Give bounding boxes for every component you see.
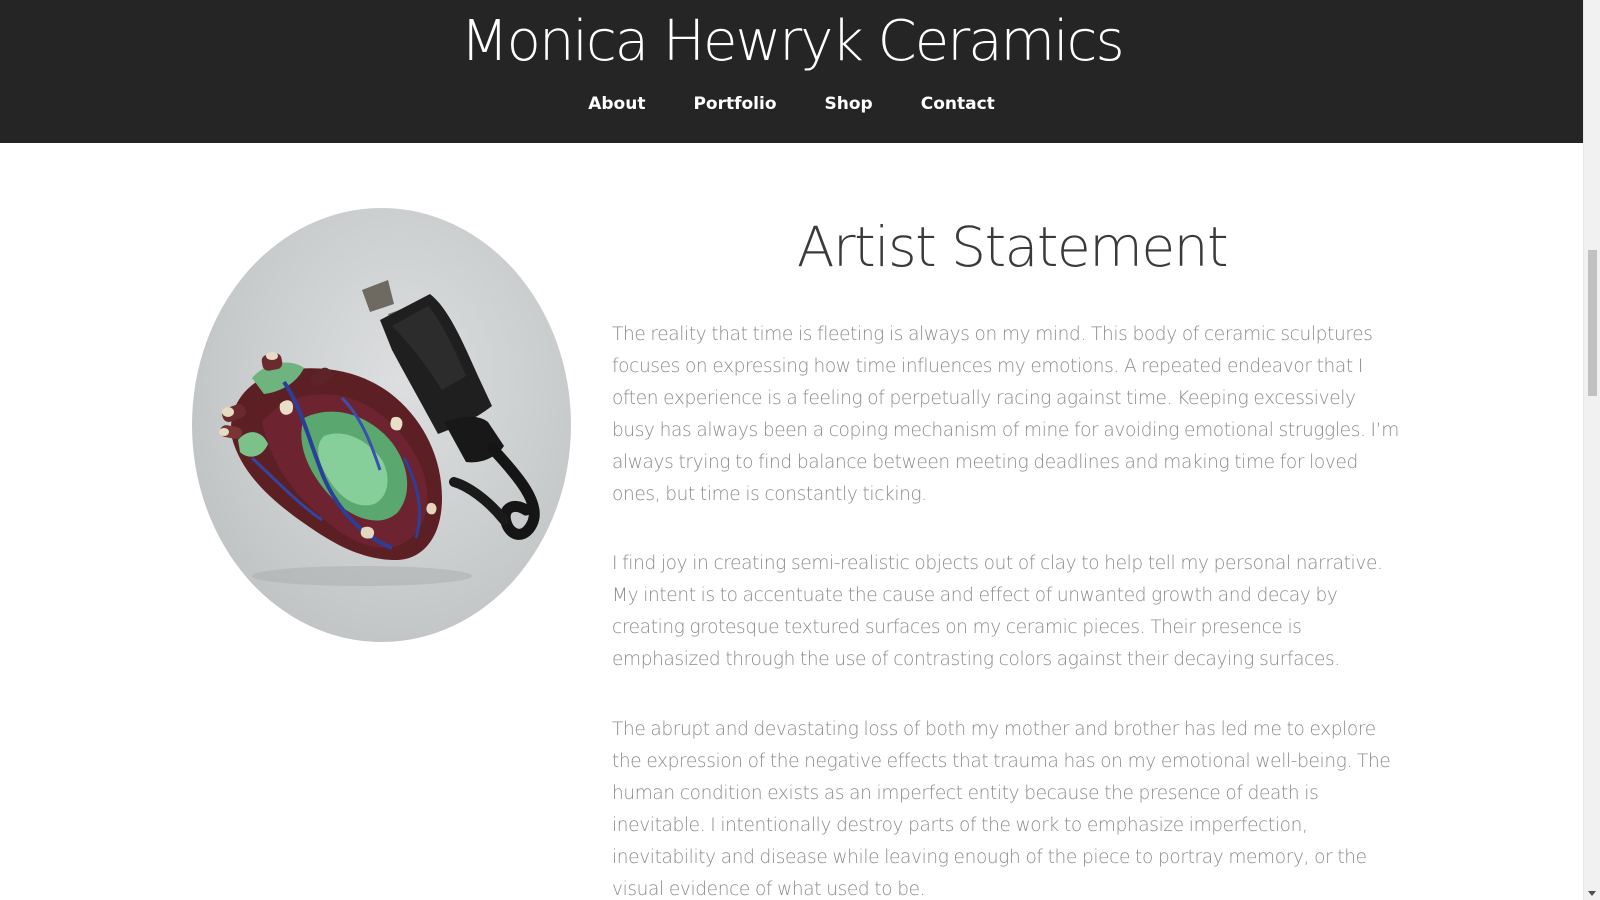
artist-statement: Artist Statement The reality that time i… [612,211,1402,900]
heart-plug-sculpture-icon [219,280,540,586]
page: Monica Hewryk Ceramics About Portfolio S… [0,0,1600,900]
statement-paragraph: I find joy in creating semi-realistic ob… [612,553,1383,670]
statement-paragraph: The reality that time is fleeting is alw… [612,324,1399,505]
site-title[interactable]: Monica Hewryk Ceramics [0,6,1583,78]
vertical-scrollbar[interactable] [1583,0,1600,900]
nav-portfolio[interactable]: Portfolio [693,91,776,117]
nav-shop[interactable]: Shop [825,91,873,117]
scrollbar-thumb[interactable] [1588,250,1597,396]
scroll-down-arrow-icon[interactable] [1588,891,1596,896]
page-title: Artist Statement [796,215,1229,279]
main-content: Artist Statement The reality that time i… [0,143,1583,900]
artwork-image [192,208,571,642]
nav-contact[interactable]: Contact [921,91,995,117]
statement-paragraph: The abrupt and devastating loss of both … [612,719,1391,900]
nav-about[interactable]: About [588,91,645,117]
site-header: Monica Hewryk Ceramics About Portfolio S… [0,0,1583,143]
main-nav: About Portfolio Shop Contact [0,91,1583,117]
